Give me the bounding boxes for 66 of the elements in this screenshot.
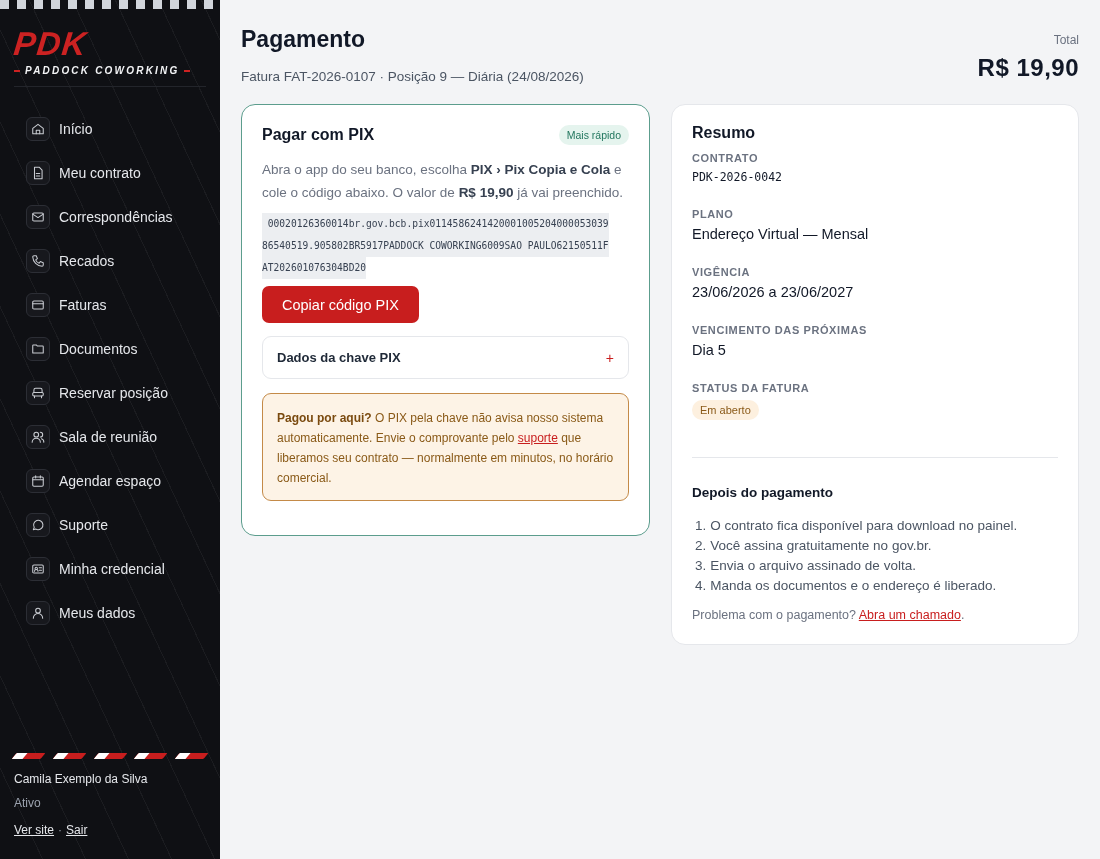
section-title: Depois do pagamento: [692, 485, 834, 500]
instructions-text: Abra o app do seu banco, escolha PIX › Pix Copia e Cola e cole o código abaixo. O valor de R$ 19,90 já vai preenchido.: [262, 161, 624, 202]
card-title: Resumo: [692, 124, 757, 142]
field-label: CONTRATO: [692, 152, 760, 164]
fast-badge: Mais rápido: [558, 125, 629, 145]
copy-button[interactable]: Copiar código PIX: [262, 286, 419, 323]
field-value: Dia 5: [692, 342, 727, 358]
step-number: 2.: [695, 538, 707, 553]
ticket-link[interactable]: Abra um chamado: [858, 608, 961, 622]
mail-icon: [26, 205, 50, 229]
field-value: PDK-2026-0042: [692, 170, 783, 184]
help-text: Problema com o pagamento? Abra um chamado.: [692, 608, 966, 622]
credit-card-icon: [26, 293, 50, 317]
step-text: Você assina gratuitamente no gov.br.: [710, 538, 932, 553]
home-icon: [26, 117, 50, 141]
page-title: Pagamento: [241, 26, 366, 53]
user-name: Camila Exemplo da Silva: [14, 772, 149, 786]
nav-item[interactable]: Suporte: [26, 509, 117, 541]
step-number: 3.: [695, 558, 707, 573]
calendar-icon: [26, 469, 50, 493]
brand-tagline: PADDOCK COWORKING: [25, 65, 180, 76]
field-value: 23/06/2026 a 23/06/2027: [692, 284, 855, 300]
step-text: Manda os documentos e o endereço é liberado.: [710, 578, 997, 593]
step-number: 1.: [695, 518, 707, 533]
nav-item[interactable]: Minha credencial: [26, 553, 173, 585]
field-label: VIGÊNCIA: [692, 266, 751, 278]
folder-icon: [26, 337, 50, 361]
field-label: VENCIMENTO DAS PRÓXIMAS: [692, 324, 868, 336]
notice-text: Pagou por aqui? O PIX pela chave não avisa nosso sistema automaticamente. Envie o comprovante pelo suporte que liberamos seu contrato — normalmente em minutos, no horário comercial.: [277, 410, 614, 487]
field-label: STATUS DA FATURA: [692, 382, 811, 394]
user-status: Ativo: [14, 796, 42, 810]
nav-item[interactable]: Agendar espaço: [26, 465, 169, 497]
total-label: Total: [1053, 33, 1079, 47]
field-value: Endereço Virtual — Mensal: [692, 226, 870, 242]
pix-key-accordion[interactable]: Dados da chave PIX +: [262, 336, 629, 379]
armchair-icon: [26, 381, 50, 405]
nav-item[interactable]: Sala de reunião: [26, 421, 166, 453]
nav-item[interactable]: Documentos: [26, 333, 146, 365]
nav-item[interactable]: Início: [26, 113, 101, 145]
nav-item[interactable]: Reservar posição: [26, 377, 176, 409]
total-amount: R$ 19,90: [977, 54, 1079, 82]
step-text: O contrato fica disponível para download no painel.: [710, 518, 1018, 533]
expand-toggle[interactable]: +: [605, 349, 614, 366]
nav-item[interactable]: Meu contrato: [26, 157, 149, 189]
user-icon: [26, 601, 50, 625]
step-text: Envia o arquivo assinado de volta.: [710, 558, 916, 573]
accordion-label: Dados da chave PIX: [277, 350, 401, 365]
separator: ·: [58, 823, 63, 837]
invoice-subtitle: Fatura FAT-2026-0107 · Posição 9 — Diária (24/08/2026): [241, 69, 584, 84]
nav-item[interactable]: Faturas: [26, 289, 115, 321]
card-title: Pagar com PIX: [262, 126, 375, 144]
phone-icon: [26, 249, 50, 273]
nav-item[interactable]: Correspondências: [26, 201, 181, 233]
logout-link[interactable]: Sair: [66, 823, 88, 837]
nav-item[interactable]: Recados: [26, 245, 123, 277]
support-link[interactable]: suporte: [517, 431, 558, 445]
document-icon: [26, 161, 50, 185]
chat-icon: [26, 513, 50, 537]
status-badge: Em aberto: [692, 400, 759, 420]
field-label: PLANO: [692, 208, 735, 220]
footer-link[interactable]: Ver site: [14, 823, 55, 837]
users-icon: [26, 425, 50, 449]
step-number: 4.: [695, 578, 707, 593]
nav-item[interactable]: Meus dados: [26, 597, 144, 629]
id-card-icon: [26, 557, 50, 581]
logo: PDK: [12, 27, 89, 61]
